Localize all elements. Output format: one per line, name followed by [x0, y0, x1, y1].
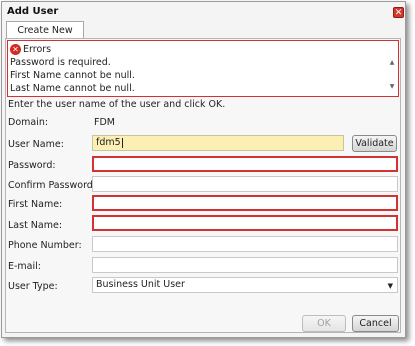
- cancel-button[interactable]: Cancel: [352, 315, 399, 332]
- close-icon[interactable]: ✕: [393, 7, 404, 18]
- user-type-value: Business Unit User: [96, 279, 185, 290]
- instructions-text: Enter the user name of the user and clic…: [8, 99, 226, 110]
- domain-label: Domain:: [8, 117, 49, 128]
- error-message: Password is required.: [10, 57, 111, 68]
- error-heading-label: Errors: [23, 44, 52, 55]
- dialog-title: Add User: [7, 6, 59, 17]
- username-value: fdm5: [96, 137, 121, 148]
- validate-button[interactable]: Validate: [352, 135, 397, 152]
- email-label: E-mail:: [8, 261, 41, 272]
- user-type-select[interactable]: Business Unit User ▼: [92, 277, 398, 293]
- phone-number-field[interactable]: [92, 236, 398, 252]
- error-message: First Name cannot be null.: [10, 70, 135, 81]
- first-name-field[interactable]: [92, 195, 398, 211]
- text-caret: [121, 137, 123, 148]
- password-field[interactable]: [92, 156, 398, 172]
- email-field[interactable]: [92, 257, 398, 273]
- domain-value: FDM: [94, 117, 115, 128]
- error-message: Last Name cannot be null.: [10, 83, 135, 94]
- scroll-up-icon[interactable]: ▲: [388, 59, 396, 67]
- confirm-password-field[interactable]: [92, 176, 398, 192]
- tab-create-new-user[interactable]: Create New User: [6, 21, 84, 53]
- username-label: User Name:: [8, 139, 64, 150]
- last-name-label: Last Name:: [8, 220, 63, 231]
- ok-button[interactable]: OK: [302, 315, 346, 332]
- password-label: Password:: [8, 160, 56, 171]
- error-heading: ✕ Errors: [10, 43, 51, 56]
- error-summary: ✕ Errors Password is required. First Nam…: [7, 40, 399, 97]
- username-field[interactable]: fdm5: [92, 135, 344, 151]
- chevron-down-icon[interactable]: ▼: [388, 279, 393, 293]
- scroll-down-icon[interactable]: ▼: [388, 83, 396, 91]
- phone-number-label: Phone Number:: [8, 240, 82, 251]
- first-name-label: First Name:: [8, 199, 63, 210]
- user-type-label: User Type:: [8, 281, 58, 292]
- confirm-password-label: Confirm Password:: [8, 180, 97, 191]
- error-icon: ✕: [10, 44, 21, 55]
- last-name-field[interactable]: [92, 215, 398, 231]
